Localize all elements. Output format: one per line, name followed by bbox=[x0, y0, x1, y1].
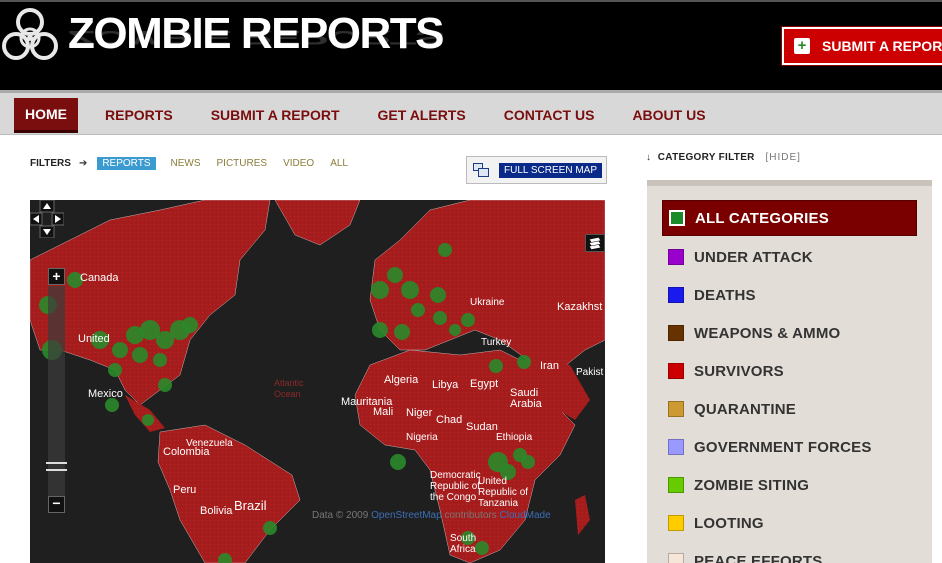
category-swatch bbox=[668, 515, 684, 531]
openstreetmap-link[interactable]: OpenStreetMap bbox=[371, 510, 442, 521]
category-under-attack[interactable]: UNDER ATTACK bbox=[662, 238, 917, 276]
nav-get-alerts[interactable]: GET ALERTS bbox=[378, 107, 466, 123]
category-swatch bbox=[668, 401, 684, 417]
biohazard-icon bbox=[2, 8, 58, 60]
map-label-colombia: Colombia bbox=[163, 446, 210, 458]
map-label-saudi-arabia: Saudi Arabia bbox=[510, 387, 542, 410]
submit-report-label: SUBMIT A REPORT bbox=[822, 38, 942, 54]
category-label: QUARANTINE bbox=[694, 400, 796, 418]
category-zombie-siting[interactable]: ZOMBIE SITING bbox=[662, 466, 917, 504]
category-swatch bbox=[668, 249, 684, 265]
filter-video[interactable]: VIDEO bbox=[283, 158, 314, 169]
category-label: PEACE EFFORTS bbox=[694, 552, 823, 563]
submit-report-button[interactable]: + SUBMIT A REPORT bbox=[781, 26, 942, 66]
map-label-niger: Niger bbox=[406, 407, 433, 419]
map-label-turkey: Turkey bbox=[481, 337, 512, 348]
map-copyright: Data © 2009 OpenStreetMap contributors C… bbox=[312, 510, 551, 521]
category-label: UNDER ATTACK bbox=[694, 248, 813, 266]
nav-submit-report[interactable]: SUBMIT A REPORT bbox=[211, 107, 340, 123]
category-filter-title: CATEGORY FILTER bbox=[657, 152, 755, 163]
map-label-chad: Chad bbox=[436, 414, 463, 426]
map-label-canada: Canada bbox=[80, 272, 119, 284]
category-label: WEAPONS & AMMO bbox=[694, 324, 841, 342]
map-label-ukraine: Ukraine bbox=[470, 297, 505, 308]
map-copyright-prefix: Data © 2009 bbox=[312, 510, 369, 521]
map-label-brazil: Brazil bbox=[234, 498, 267, 513]
category-label: ALL CATEGORIES bbox=[695, 209, 829, 227]
arrow-right-icon: ➔ bbox=[78, 157, 88, 169]
category-all[interactable]: ALL CATEGORIES bbox=[662, 200, 917, 236]
map-label-bolivia: Bolivia bbox=[200, 505, 233, 517]
zoom-out-button[interactable]: − bbox=[48, 496, 65, 513]
category-swatch bbox=[668, 553, 684, 563]
category-looting[interactable]: LOOTING bbox=[662, 504, 917, 542]
category-swatch bbox=[668, 287, 684, 303]
nav-contact-us[interactable]: CONTACT US bbox=[504, 107, 595, 123]
category-deaths[interactable]: DEATHS bbox=[662, 276, 917, 314]
category-swatch bbox=[668, 325, 684, 341]
map-label-libya: Libya bbox=[432, 379, 459, 391]
windows-icon bbox=[473, 163, 489, 177]
map-label-egypt: Egypt bbox=[470, 378, 499, 390]
main-nav: HOME REPORTS SUBMIT A REPORT GET ALERTS … bbox=[0, 90, 942, 135]
filter-reports[interactable]: REPORTS bbox=[97, 156, 156, 170]
map-label-mexico: Mexico bbox=[88, 388, 123, 400]
reports-map[interactable]: Canada United Mexico Venezuela Colombia … bbox=[30, 200, 605, 563]
pan-control[interactable] bbox=[30, 200, 64, 238]
map-label-iran: Iran bbox=[540, 360, 559, 372]
map-label-kazakhst: Kazakhst bbox=[557, 301, 603, 313]
map-label-algeria: Algeria bbox=[384, 374, 419, 386]
plus-icon: + bbox=[794, 38, 810, 54]
nav-home[interactable]: HOME bbox=[14, 97, 78, 133]
map-label-tanzania: United Republic of Tanzania bbox=[478, 476, 529, 509]
map-label-mali: Mali bbox=[373, 406, 394, 418]
category-swatch bbox=[669, 210, 685, 226]
category-swatch bbox=[668, 363, 684, 379]
category-label: LOOTING bbox=[694, 514, 764, 532]
category-survivors[interactable]: SURVIVORS bbox=[662, 352, 917, 390]
category-weapons-ammo[interactable]: WEAPONS & AMMO bbox=[662, 314, 917, 352]
media-filters: FILTERS ➔ REPORTS NEWS PICTURES VIDEO AL… bbox=[30, 156, 364, 170]
map-label-peru: Peru bbox=[173, 484, 197, 496]
filters-label: FILTERS bbox=[30, 157, 71, 169]
map-label-sudan: Sudan bbox=[466, 421, 498, 433]
filter-news[interactable]: NEWS bbox=[171, 158, 201, 169]
category-quarantine[interactable]: QUARANTINE bbox=[662, 390, 917, 428]
category-label: ZOMBIE SITING bbox=[694, 476, 810, 494]
category-swatch bbox=[668, 439, 684, 455]
filter-pictures[interactable]: PICTURES bbox=[217, 158, 268, 169]
cloudmade-link[interactable]: CloudMade bbox=[500, 510, 551, 521]
category-swatch bbox=[668, 477, 684, 493]
nav-reports[interactable]: REPORTS bbox=[105, 107, 173, 123]
arrow-down-icon: ↓ bbox=[646, 152, 651, 163]
layers-icon[interactable] bbox=[585, 234, 605, 252]
site-header: ZOMBIE REPORTS ZOMBIE REPORTS + SUBMIT A… bbox=[0, 0, 942, 90]
full-screen-map-button[interactable]: FULL SCREEN MAP bbox=[466, 156, 607, 184]
map-label-nigeria: Nigeria bbox=[406, 432, 438, 443]
map-label-pakist: Pakist bbox=[576, 367, 604, 378]
map-label-south-africa: South Africa bbox=[450, 533, 477, 555]
full-screen-map-label: FULL SCREEN MAP bbox=[499, 162, 602, 178]
category-government-forces[interactable]: GOVERNMENT FORCES bbox=[662, 428, 917, 466]
map-copyright-middle: contributors bbox=[444, 510, 497, 521]
category-label: DEATHS bbox=[694, 286, 756, 304]
map-label-ethiopia: Ethiopia bbox=[496, 432, 533, 443]
category-filter-header: ↓ CATEGORY FILTER [HIDE] bbox=[646, 152, 801, 163]
category-label: GOVERNMENT FORCES bbox=[694, 438, 872, 456]
category-label: SURVIVORS bbox=[694, 362, 784, 380]
site-logo-reflection: ZOMBIE REPORTS bbox=[68, 26, 444, 49]
zoom-slider-thumb[interactable] bbox=[46, 462, 67, 471]
map-label-atlantic: Atlantic Ocean bbox=[274, 378, 304, 399]
nav-about-us[interactable]: ABOUT US bbox=[632, 107, 705, 123]
category-filter-panel: ALL CATEGORIES UNDER ATTACK DEATHS WEAPO… bbox=[647, 180, 932, 563]
category-peace-efforts[interactable]: PEACE EFFORTS bbox=[662, 542, 917, 563]
zoom-in-button[interactable]: + bbox=[48, 268, 65, 285]
category-filter-hide-link[interactable]: [HIDE] bbox=[765, 152, 800, 163]
filter-all[interactable]: ALL bbox=[330, 158, 348, 169]
map-label-united: United bbox=[78, 333, 110, 345]
